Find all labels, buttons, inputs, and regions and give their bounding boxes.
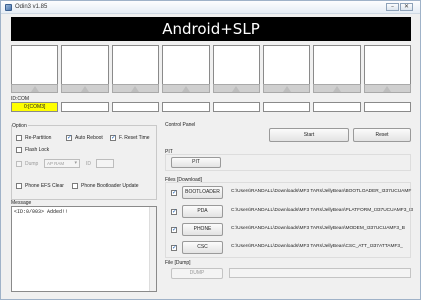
progress-cell [363, 84, 411, 93]
pda-checkbox-wrap[interactable] [171, 208, 177, 215]
idcom-row: 0:[COM3] [11, 102, 411, 112]
reset-button[interactable]: Reset [353, 128, 411, 142]
dump-type-value: AP RAM [47, 161, 65, 166]
phone-bootloader-update-row[interactable]: Phone Bootloader Update [72, 183, 139, 189]
f-reset-time-checkbox[interactable] [110, 134, 116, 141]
csc-button[interactable]: CSC [182, 241, 223, 254]
bootloader-checkbox[interactable] [171, 189, 177, 196]
progress-cell [61, 84, 109, 93]
idcom-cell [111, 102, 160, 112]
progress-marker-icon [131, 86, 140, 92]
message-scrollbar[interactable] [149, 207, 156, 291]
dump-label: Dump [25, 161, 39, 167]
chevron-down-icon: ▾ [74, 160, 77, 166]
re-partition-row[interactable]: Re-Partition [16, 135, 51, 141]
auto-reboot-label: Auto Reboot [75, 135, 103, 141]
auto-reboot-row[interactable]: Auto Reboot [66, 134, 103, 141]
phone-bootloader-update-label: Phone Bootloader Update [81, 183, 139, 189]
progress-marker-icon [282, 86, 291, 92]
phone-checkbox[interactable] [171, 226, 177, 233]
bootloader-checkbox-wrap[interactable] [171, 189, 177, 196]
progress-marker-icon [383, 86, 392, 92]
progress-marker-icon [30, 86, 39, 92]
dump-button[interactable]: DUMP [171, 268, 223, 279]
title-bar: Odin3 v1.85 – ✕ [1, 1, 420, 14]
idcom-cell [212, 102, 260, 112]
idcom-cell [162, 102, 210, 112]
pda-path: C:\Users\RANDALL\Downloads\MF3 TARs\Jell… [231, 208, 414, 213]
pda-checkbox[interactable] [171, 208, 177, 215]
phone-bootloader-update-checkbox[interactable] [72, 183, 78, 189]
phone-checkbox-wrap[interactable] [171, 226, 177, 233]
phone-efs-clear-label: Phone EFS Clear [25, 183, 64, 189]
idcom-cell [313, 102, 361, 112]
idcom-cell [262, 102, 311, 112]
csc-checkbox-wrap[interactable] [171, 244, 177, 251]
dump-path-field[interactable] [229, 268, 411, 278]
re-partition-label: Re-Partition [25, 135, 52, 141]
start-button[interactable]: Start [269, 128, 349, 142]
odin-app-icon [5, 4, 12, 11]
flash-lock-label: Flash Lock [25, 147, 50, 153]
progress-cell [313, 84, 361, 93]
progress-cell [212, 84, 260, 93]
phone-efs-clear-checkbox[interactable] [16, 183, 22, 189]
progress-marker-icon [332, 86, 341, 92]
bootloader-path: C:\Users\RANDALL\Downloads\MF3 TARs\Jell… [231, 189, 412, 194]
progress-strip [11, 84, 411, 93]
progress-marker-icon [181, 86, 190, 92]
dump-id-input[interactable] [96, 159, 114, 168]
flash-lock-checkbox[interactable] [16, 147, 22, 153]
dump-type-select[interactable]: AP RAM ▾ [44, 159, 80, 168]
dump-id-label: ID [86, 161, 91, 167]
odin-window: Odin3 v1.85 – ✕ Android+SLP ID:COM 0:[CO… [0, 0, 421, 300]
progress-cell [262, 84, 311, 93]
phone-button[interactable]: PHONE [182, 223, 223, 236]
minimize-icon[interactable]: – [386, 3, 399, 11]
progress-cell [162, 84, 210, 93]
f-reset-time-label: F. Reset Time [119, 135, 150, 141]
bootloader-button[interactable]: BOOTLOADER [182, 186, 223, 199]
phone-efs-clear-row[interactable]: Phone EFS Clear [16, 183, 64, 189]
flash-lock-row[interactable]: Flash Lock [16, 147, 49, 153]
dump-row[interactable]: Dump [16, 161, 38, 167]
csc-checkbox[interactable] [171, 244, 177, 251]
idcom-cell [61, 102, 109, 112]
control-panel-title: Control Panel [165, 122, 197, 128]
idcom-active-port: 0:[COM3] [11, 102, 59, 112]
idcom-cell [363, 102, 411, 112]
progress-cell [11, 84, 59, 93]
dump-checkbox[interactable] [16, 161, 22, 167]
re-partition-checkbox[interactable] [16, 135, 22, 141]
phone-path: C:\Users\RANDALL\Downloads\MF3 TARs\Jell… [231, 226, 405, 231]
pda-button[interactable]: PDA [182, 205, 223, 218]
progress-marker-icon [81, 86, 90, 92]
file-dump-title: File [Dump] [165, 260, 191, 266]
auto-reboot-checkbox[interactable] [66, 134, 72, 141]
progress-marker-icon [232, 86, 241, 92]
message-text: <ID:0/003> Added!! [14, 209, 69, 215]
option-group: Option Re-Partition Auto Reboot F. Reset… [11, 123, 157, 200]
option-title: Option [12, 123, 28, 129]
csc-path: C:\Users\RANDALL\Downloads\MF3 TARs\Jell… [231, 244, 403, 249]
device-banner: Android+SLP [11, 17, 411, 41]
progress-cell [111, 84, 160, 93]
f-reset-time-row[interactable]: F. Reset Time [110, 134, 150, 141]
window-title: Odin3 v1.85 [15, 4, 48, 10]
pit-button[interactable]: PIT [171, 157, 221, 168]
message-log[interactable]: <ID:0/003> Added!! [11, 206, 157, 292]
close-icon[interactable]: ✕ [400, 3, 413, 11]
